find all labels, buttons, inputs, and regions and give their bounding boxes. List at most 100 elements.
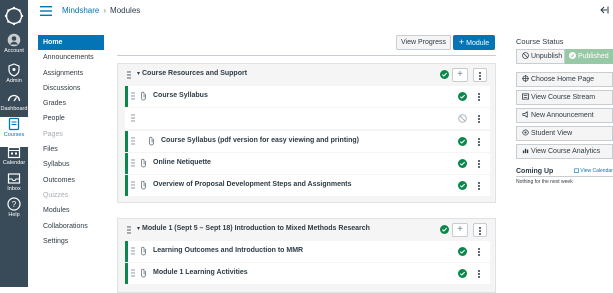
published-check-icon[interactable] <box>440 225 449 234</box>
course-nav-settings[interactable]: Settings <box>38 234 104 249</box>
attachment-icon <box>141 181 146 190</box>
drag-handle-icon[interactable] <box>131 159 135 167</box>
drag-handle-icon[interactable] <box>127 71 131 79</box>
published-check-icon[interactable] <box>458 181 467 191</box>
global-nav-label: Courses <box>3 132 25 138</box>
drag-handle-icon[interactable] <box>131 136 135 145</box>
global-nav-admin[interactable]: Admin <box>0 63 28 93</box>
analytics-icon <box>522 148 529 154</box>
published-check-icon[interactable] <box>458 247 467 256</box>
unpublish-label: Unpublish <box>530 53 563 60</box>
item-options-icon[interactable] <box>477 269 481 279</box>
student-view-button[interactable]: Student View <box>516 126 613 141</box>
published-check-icon <box>569 52 576 59</box>
account-icon <box>7 33 21 47</box>
module-options-icon[interactable] <box>473 68 487 82</box>
global-nav-label: Account <box>4 48 24 54</box>
published-check-icon[interactable] <box>458 92 467 101</box>
new-announcement-button[interactable]: New Announcement <box>516 108 613 123</box>
attachment-icon <box>141 269 146 278</box>
add-item-button[interactable]: + <box>452 223 468 237</box>
global-nav-account[interactable]: Account <box>0 33 28 63</box>
view-course-analytics-button[interactable]: View Course Analytics <box>516 144 613 159</box>
inbox-icon <box>7 173 21 184</box>
item-options-icon[interactable] <box>477 181 481 191</box>
item-options-icon[interactable] <box>477 159 481 169</box>
course-nav-assignments[interactable]: Assignments <box>38 66 104 81</box>
module-item[interactable]: Overview of Proposal Development Steps a… <box>125 175 490 197</box>
module-item-title[interactable]: Course Syllabus <box>153 92 208 99</box>
module-header[interactable]: ▾ Module 1 (Sept 5 – Sept 18) Introducti… <box>118 219 495 241</box>
choose-home-page-button[interactable]: Choose Home Page <box>516 72 613 87</box>
module-item-title[interactable]: Module 1 Learning Activities <box>153 269 248 276</box>
view-progress-button[interactable]: View Progress <box>396 35 451 50</box>
calendar-icon <box>7 146 21 159</box>
student-view-icon <box>522 129 529 136</box>
item-options-icon[interactable] <box>477 92 481 102</box>
item-options-icon[interactable] <box>477 247 481 257</box>
toolbar-divider <box>117 55 496 56</box>
global-nav-help[interactable]: ? Help <box>0 197 28 227</box>
global-nav-label: Inbox <box>7 186 21 192</box>
breadcrumb-course-link[interactable]: Mindshare <box>62 6 99 15</box>
module-item[interactable]: Course Syllabus (pdf version for easy vi… <box>125 130 490 152</box>
button-label: Student View <box>531 130 573 137</box>
module-item[interactable]: Course Syllabus <box>125 86 490 107</box>
drag-handle-icon[interactable] <box>131 92 135 100</box>
item-options-icon[interactable] <box>477 137 481 147</box>
view-calendar-link[interactable]: View Calendar <box>574 168 613 174</box>
course-nav-discussions[interactable]: Discussions <box>38 81 104 96</box>
add-module-button[interactable]: + Module <box>453 35 495 50</box>
global-nav-courses[interactable]: Courses <box>0 117 28 147</box>
coming-up-divider <box>516 176 613 177</box>
course-nav-outcomes[interactable]: Outcomes <box>38 173 104 188</box>
drag-handle-icon[interactable] <box>131 114 135 122</box>
unpublished-icon <box>522 52 529 59</box>
collapse-caret-icon[interactable]: ▾ <box>137 70 140 77</box>
course-nav-modules[interactable]: Modules <box>38 203 104 218</box>
course-nav-collaborations[interactable]: Collaborations <box>38 219 104 234</box>
calendar-icon <box>574 168 579 173</box>
hamburger-menu-icon[interactable] <box>40 6 52 16</box>
home-page-icon <box>522 75 529 82</box>
module-item[interactable]: Learning Outcomes and Introduction to MM… <box>125 241 490 262</box>
course-nav-pages[interactable]: Pages <box>38 127 104 142</box>
module-item-title[interactable]: Learning Outcomes and Introduction to MM… <box>153 247 303 254</box>
canvas-logo-icon[interactable] <box>4 6 24 26</box>
drag-handle-icon[interactable] <box>131 269 135 277</box>
course-nav-people[interactable]: People <box>38 111 104 126</box>
drag-handle-icon[interactable] <box>131 247 135 255</box>
drag-handle-icon[interactable] <box>131 181 135 189</box>
help-icon: ? <box>7 197 21 211</box>
collapse-sidebar-icon[interactable] <box>599 5 609 15</box>
module-header[interactable]: ▾ Course Resources and Support + <box>118 64 495 86</box>
collapse-caret-icon[interactable]: ▾ <box>137 225 140 232</box>
unpublish-button[interactable]: Unpublish <box>516 49 565 64</box>
published-check-icon[interactable] <box>458 158 467 168</box>
module-item[interactable]: Online Netiquette <box>125 152 490 174</box>
add-item-button[interactable]: + <box>452 68 468 82</box>
view-course-stream-button[interactable]: View Course Stream <box>516 90 613 105</box>
button-label: View Course Stream <box>531 94 596 101</box>
course-nav-home[interactable]: Home <box>38 35 104 51</box>
module-item[interactable] <box>125 108 490 130</box>
course-nav-syllabus[interactable]: Syllabus <box>38 157 104 172</box>
module-item[interactable]: Module 1 Learning Activities <box>125 263 490 285</box>
page-header: Mindshare › Modules <box>28 0 613 22</box>
module-item-title[interactable]: Course Syllabus (pdf version for easy vi… <box>161 137 359 144</box>
course-nav-announcements[interactable]: Announcements <box>38 50 104 65</box>
published-check-icon[interactable] <box>458 269 467 279</box>
published-button[interactable]: Published <box>565 49 613 64</box>
drag-handle-icon[interactable] <box>127 226 131 234</box>
course-nav-grades[interactable]: Grades <box>38 96 104 111</box>
course-nav-files[interactable]: Files <box>38 142 104 157</box>
unpublished-icon[interactable] <box>458 114 467 124</box>
item-options-icon[interactable] <box>477 114 481 124</box>
course-nav-quizzes[interactable]: Quizzes <box>38 188 104 203</box>
published-check-icon[interactable] <box>440 70 449 79</box>
published-check-icon[interactable] <box>458 136 467 146</box>
module-item-title[interactable]: Overview of Proposal Development Steps a… <box>153 181 352 188</box>
module-item-title[interactable]: Online Netiquette <box>153 159 211 166</box>
module-options-icon[interactable] <box>473 223 487 237</box>
announcement-icon <box>522 111 528 118</box>
